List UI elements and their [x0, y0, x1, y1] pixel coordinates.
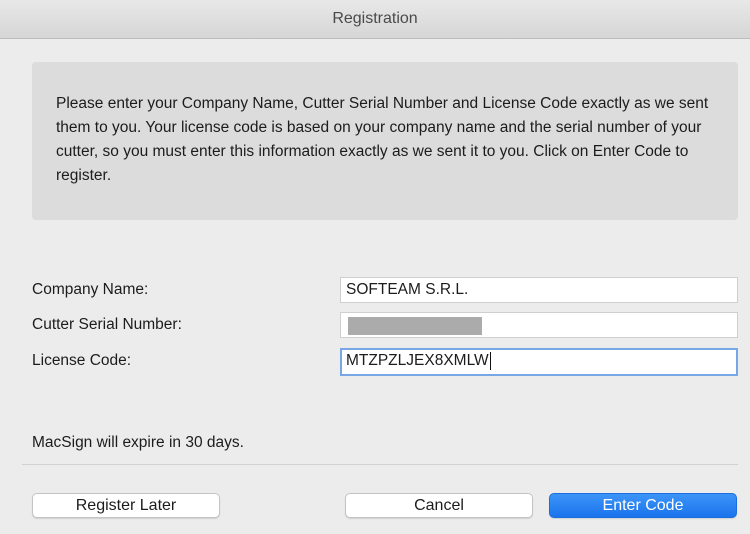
cutter-serial-field[interactable] — [340, 312, 738, 338]
register-later-button[interactable]: Register Later — [32, 493, 220, 518]
divider — [22, 464, 738, 465]
text-caret — [489, 351, 491, 370]
license-code-value: MTZPZLJEX8XMLW — [346, 352, 489, 369]
window-title: Registration — [0, 0, 750, 39]
info-text: Please enter your Company Name, Cutter S… — [56, 95, 709, 184]
cancel-button[interactable]: Cancel — [345, 493, 533, 518]
expiry-message: MacSign will expire in 30 days. — [32, 434, 244, 451]
redacted-serial — [348, 317, 482, 335]
company-name-field[interactable]: SOFTEAM S.R.L. — [340, 277, 738, 303]
cutter-serial-label: Cutter Serial Number: — [32, 316, 182, 333]
license-code-field[interactable]: MTZPZLJEX8XMLW — [340, 348, 738, 376]
company-name-label: Company Name: — [32, 281, 149, 298]
license-code-label: License Code: — [32, 352, 132, 369]
info-box: Please enter your Company Name, Cutter S… — [32, 62, 738, 220]
company-name-value: SOFTEAM S.R.L. — [346, 281, 469, 298]
enter-code-button[interactable]: Enter Code — [549, 493, 737, 518]
